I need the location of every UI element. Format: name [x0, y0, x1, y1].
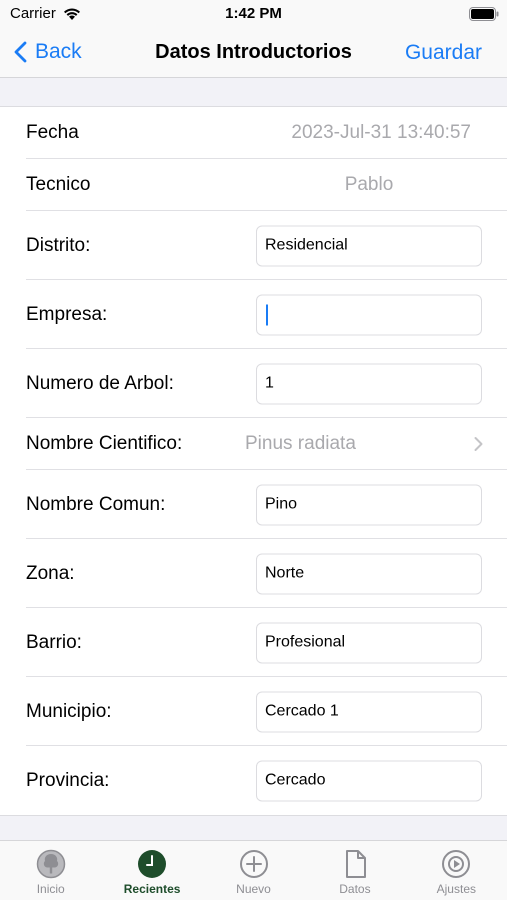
numero-arbol-value: 1 [265, 374, 274, 392]
tab-datos[interactable]: Datos [304, 841, 405, 900]
plus-circle-icon [239, 850, 268, 878]
provincia-field[interactable]: Cercado [256, 760, 482, 801]
settings-icon [442, 850, 471, 878]
form-table: Fecha 2023-Jul-31 13:40:57 Tecnico Pablo… [0, 106, 507, 816]
chevron-right-icon [474, 437, 483, 451]
numero-arbol-label: Numero de Arbol: [26, 372, 174, 394]
text-cursor [266, 304, 268, 325]
tab-datos-label: Datos [339, 882, 371, 896]
provincia-label: Provincia: [26, 769, 110, 791]
tab-inicio-label: Inicio [36, 882, 65, 896]
barrio-label: Barrio: [26, 631, 82, 653]
provincia-value: Cercado [265, 771, 326, 789]
row-fecha: Fecha 2023-Jul-31 13:40:57 [0, 107, 507, 159]
municipio-label: Municipio: [26, 700, 112, 722]
tecnico-value: Pablo [344, 174, 394, 195]
municipio-value: Cercado 1 [265, 702, 339, 720]
nombre-cientifico-label: Nombre Cientifico: [26, 433, 183, 454]
navigation-bar: Back Datos Introductorios Guardar [0, 30, 507, 78]
battery-icon [469, 7, 499, 21]
save-button[interactable]: Guardar [405, 41, 482, 65]
empresa-label: Empresa: [26, 303, 108, 325]
fecha-label: Fecha [26, 122, 79, 143]
tab-nuevo-label: Nuevo [236, 882, 271, 896]
row-barrio: Barrio: Profesional [0, 608, 507, 677]
barrio-field[interactable]: Profesional [256, 622, 482, 663]
row-distrito: Distrito: Residencial [0, 211, 507, 280]
row-nombre-comun: Nombre Comun: Pino [0, 470, 507, 539]
row-municipio: Municipio: Cercado 1 [0, 677, 507, 746]
back-label: Back [35, 40, 82, 63]
row-numero-arbol: Numero de Arbol: 1 [0, 349, 507, 418]
document-icon [345, 850, 366, 878]
tree-icon [36, 849, 65, 879]
row-tecnico: Tecnico Pablo [0, 159, 507, 211]
tab-ajustes[interactable]: Ajustes [406, 841, 507, 900]
clock-icon [138, 850, 167, 878]
nombre-comun-field[interactable]: Pino [256, 484, 482, 525]
distrito-value: Residencial [265, 236, 348, 254]
distrito-label: Distrito: [26, 234, 91, 256]
row-zona: Zona: Norte [0, 539, 507, 608]
back-button[interactable]: Back [14, 40, 82, 64]
tab-ajustes-label: Ajustes [436, 882, 476, 896]
numero-arbol-field[interactable]: 1 [256, 363, 482, 404]
fecha-value: 2023-Jul-31 13:40:57 [291, 122, 471, 143]
tab-inicio[interactable]: Inicio [0, 841, 101, 900]
nombre-cientifico-value: Pinus radiata [245, 433, 356, 454]
row-empresa: Empresa: [0, 280, 507, 349]
zona-label: Zona: [26, 562, 75, 584]
empresa-field[interactable] [256, 294, 482, 335]
tecnico-label: Tecnico [26, 174, 91, 195]
status-time: 1:42 PM [225, 5, 282, 22]
chevron-left-icon [14, 41, 27, 63]
tab-bar: Inicio Recientes Nuevo Datos Ajustes [0, 840, 507, 900]
tab-nuevo[interactable]: Nuevo [203, 841, 304, 900]
barrio-value: Profesional [265, 633, 346, 651]
row-provincia: Provincia: Cercado [0, 746, 507, 815]
tab-recientes-label: Recientes [123, 882, 181, 896]
status-bar: Carrier 1:42 PM [0, 0, 507, 30]
zona-value: Norte [265, 564, 305, 582]
municipio-field[interactable]: Cercado 1 [256, 691, 482, 732]
distrito-field[interactable]: Residencial [256, 225, 482, 266]
zona-field[interactable]: Norte [256, 553, 482, 594]
row-nombre-cientifico[interactable]: Nombre Cientifico: Pinus radiata [0, 418, 507, 470]
tab-recientes[interactable]: Recientes [101, 841, 202, 900]
nombre-comun-label: Nombre Comun: [26, 493, 166, 515]
nombre-comun-value: Pino [265, 495, 298, 513]
